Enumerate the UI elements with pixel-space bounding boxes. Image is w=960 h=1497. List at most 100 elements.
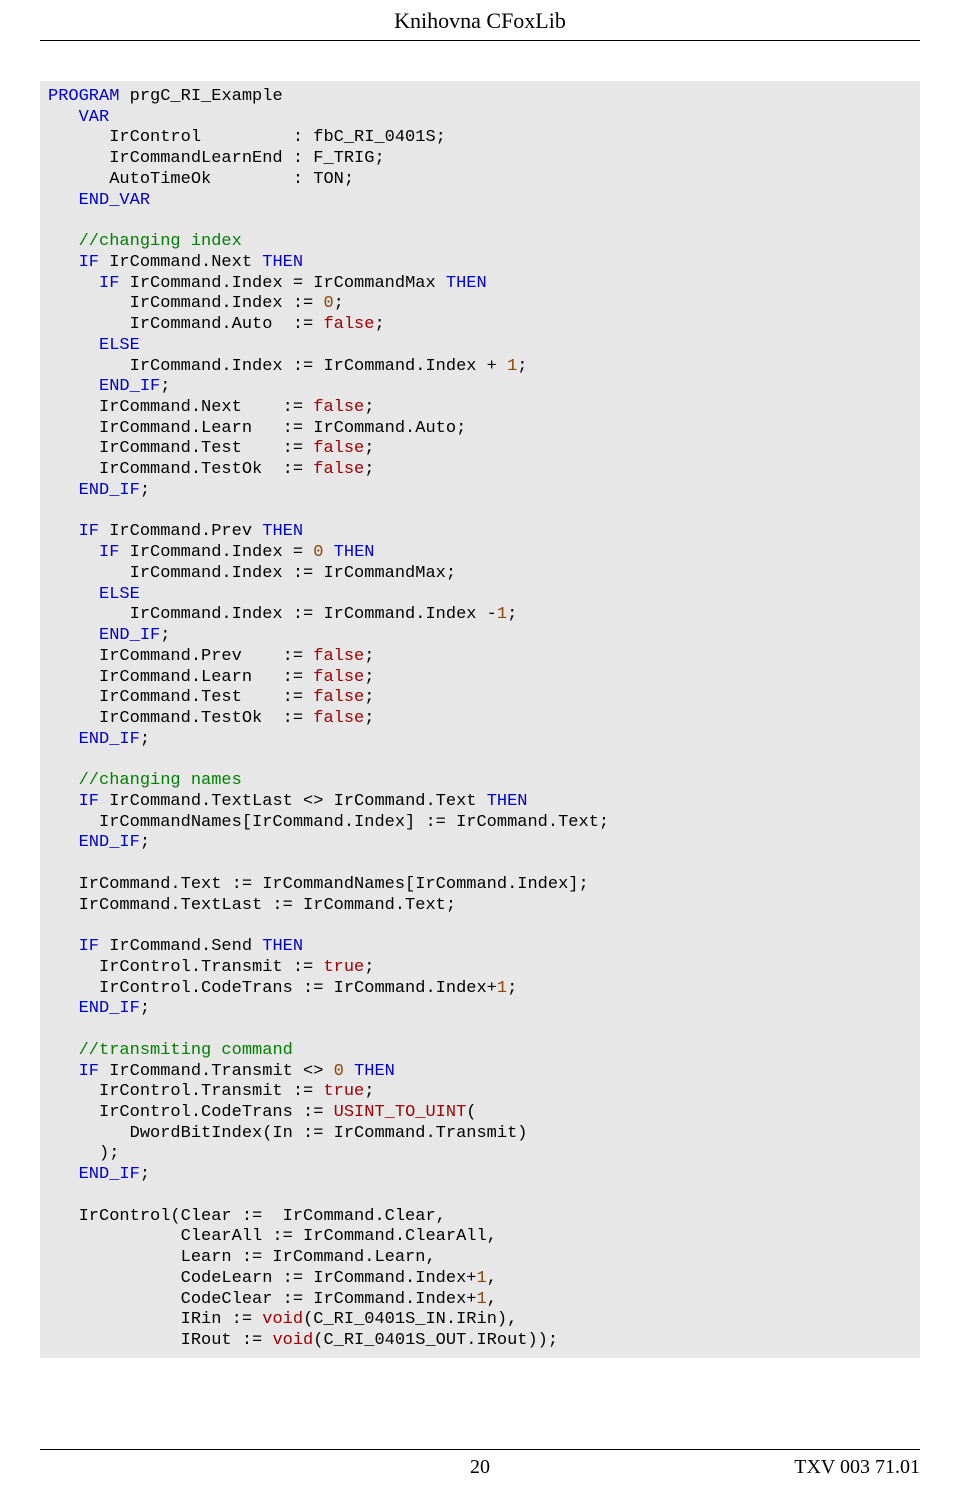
code-token: IrCommand.Prev := bbox=[48, 647, 313, 666]
code-token: //changing names bbox=[79, 771, 242, 790]
code-token: ); bbox=[48, 1144, 119, 1163]
code-token: 0 bbox=[334, 1062, 344, 1081]
code-line: VAR bbox=[48, 108, 912, 129]
code-line: IrCommandNames[IrCommand.Index] := IrCom… bbox=[48, 813, 912, 834]
code-token: ELSE bbox=[99, 585, 140, 604]
document-page: Knihovna CFoxLib PROGRAM prgC_RI_Example… bbox=[0, 0, 960, 1497]
code-line: CodeClear := IrCommand.Index+1, bbox=[48, 1290, 912, 1311]
code-token bbox=[48, 999, 79, 1018]
code-token: ; bbox=[364, 460, 374, 479]
code-token: ; bbox=[364, 688, 374, 707]
code-line: END_VAR bbox=[48, 191, 912, 212]
code-token: IRout := bbox=[48, 1331, 272, 1350]
code-line bbox=[48, 211, 912, 232]
code-line: CodeLearn := IrCommand.Index+1, bbox=[48, 1269, 912, 1290]
code-token: IrControl.CodeTrans := IrCommand.Index+ bbox=[48, 979, 497, 998]
code-token: ; bbox=[140, 999, 150, 1018]
code-token: 1 bbox=[497, 605, 507, 624]
code-token: void bbox=[262, 1310, 303, 1329]
code-line: //changing index bbox=[48, 232, 912, 253]
code-token: THEN bbox=[487, 792, 528, 811]
code-token: THEN bbox=[262, 522, 303, 541]
code-token: CodeLearn := IrCommand.Index+ bbox=[48, 1269, 476, 1288]
code-token: IrControl(Clear := IrCommand.Clear, bbox=[48, 1207, 446, 1226]
code-token: IrCommand.Index := IrCommand.Index + bbox=[48, 357, 507, 376]
code-token: THEN bbox=[446, 274, 487, 293]
code-line: IrCommand.Index := IrCommand.Index + 1; bbox=[48, 357, 912, 378]
code-token: IrCommand.Test := bbox=[48, 688, 313, 707]
document-reference: TXV 003 71.01 bbox=[770, 1456, 920, 1479]
code-line: //transmiting command bbox=[48, 1041, 912, 1062]
document-header: Knihovna CFoxLib bbox=[40, 0, 920, 41]
code-token: ; bbox=[507, 979, 517, 998]
code-token: IrCommand.Learn := bbox=[48, 668, 313, 687]
code-line: PROGRAM prgC_RI_Example bbox=[48, 87, 912, 108]
code-line: IF IrCommand.Send THEN bbox=[48, 937, 912, 958]
code-line: END_IF; bbox=[48, 626, 912, 647]
code-token: IF bbox=[79, 792, 99, 811]
code-token: IrCommand.Auto := bbox=[48, 315, 323, 334]
code-line bbox=[48, 1186, 912, 1207]
code-token: END_IF bbox=[79, 999, 140, 1018]
code-token: ; bbox=[140, 481, 150, 500]
code-token bbox=[48, 522, 79, 541]
code-line: //changing names bbox=[48, 771, 912, 792]
code-token bbox=[48, 937, 79, 956]
code-line: AutoTimeOk : TON; bbox=[48, 170, 912, 191]
code-token: (C_RI_0401S_OUT.IRout)); bbox=[313, 1331, 558, 1350]
code-token: END_IF bbox=[99, 377, 160, 396]
code-line: IF IrCommand.Transmit <> 0 THEN bbox=[48, 1062, 912, 1083]
code-token: //transmiting command bbox=[79, 1041, 293, 1060]
code-token: IrCommand.Next := bbox=[48, 398, 313, 417]
code-line: IrControl : fbC_RI_0401S; bbox=[48, 128, 912, 149]
code-line: IrCommand.Auto := false; bbox=[48, 315, 912, 336]
code-token: END_IF bbox=[79, 481, 140, 500]
code-token: false bbox=[323, 315, 374, 334]
code-token bbox=[48, 274, 99, 293]
code-token bbox=[48, 585, 99, 604]
code-token: ; bbox=[364, 958, 374, 977]
code-token: IrCommandNames[IrCommand.Index] := IrCom… bbox=[48, 813, 609, 832]
code-token bbox=[48, 108, 79, 127]
code-token: , bbox=[487, 1269, 497, 1288]
code-token: ; bbox=[140, 833, 150, 852]
code-token: IF bbox=[79, 522, 99, 541]
code-token: false bbox=[313, 439, 364, 458]
code-line: IRin := void(C_RI_0401S_IN.IRin), bbox=[48, 1310, 912, 1331]
code-token: Learn := IrCommand.Learn, bbox=[48, 1248, 436, 1267]
code-token: 1 bbox=[476, 1290, 486, 1309]
code-line: IF IrCommand.TextLast <> IrCommand.Text … bbox=[48, 792, 912, 813]
code-token: 1 bbox=[476, 1269, 486, 1288]
code-token: DwordBitIndex(In := IrCommand.Transmit) bbox=[48, 1124, 527, 1143]
code-token: IrCommand.Transmit <> bbox=[99, 1062, 334, 1081]
code-token: THEN bbox=[262, 253, 303, 272]
code-token: false bbox=[313, 647, 364, 666]
code-line: IrCommand.TestOk := false; bbox=[48, 709, 912, 730]
code-line: IrControl.Transmit := true; bbox=[48, 1082, 912, 1103]
code-token bbox=[48, 253, 79, 272]
code-line: IrCommandLearnEnd : F_TRIG; bbox=[48, 149, 912, 170]
code-token: THEN bbox=[262, 937, 303, 956]
code-token bbox=[48, 191, 79, 210]
code-line: IrCommand.TextLast := IrCommand.Text; bbox=[48, 896, 912, 917]
code-line: IrControl(Clear := IrCommand.Clear, bbox=[48, 1207, 912, 1228]
code-token: true bbox=[323, 1082, 364, 1101]
code-token: ; bbox=[364, 1082, 374, 1101]
code-token: IrCommandLearnEnd : F_TRIG; bbox=[48, 149, 385, 168]
page-number: 20 bbox=[190, 1456, 770, 1479]
code-token: IrCommand.TestOk := bbox=[48, 460, 313, 479]
code-token: ; bbox=[364, 647, 374, 666]
code-token: ; bbox=[374, 315, 384, 334]
code-token: IrCommand.Next bbox=[99, 253, 262, 272]
code-line: IrCommand.Learn := IrCommand.Auto; bbox=[48, 419, 912, 440]
document-footer: 20 TXV 003 71.01 bbox=[40, 1449, 920, 1479]
code-token: IrCommand.Send bbox=[99, 937, 262, 956]
code-token: false bbox=[313, 668, 364, 687]
code-token: , bbox=[487, 1290, 497, 1309]
code-line bbox=[48, 854, 912, 875]
code-line: END_IF; bbox=[48, 730, 912, 751]
code-line: IrControl.Transmit := true; bbox=[48, 958, 912, 979]
code-token: ; bbox=[364, 668, 374, 687]
code-line: IrCommand.Index := IrCommand.Index -1; bbox=[48, 605, 912, 626]
code-token bbox=[48, 543, 99, 562]
